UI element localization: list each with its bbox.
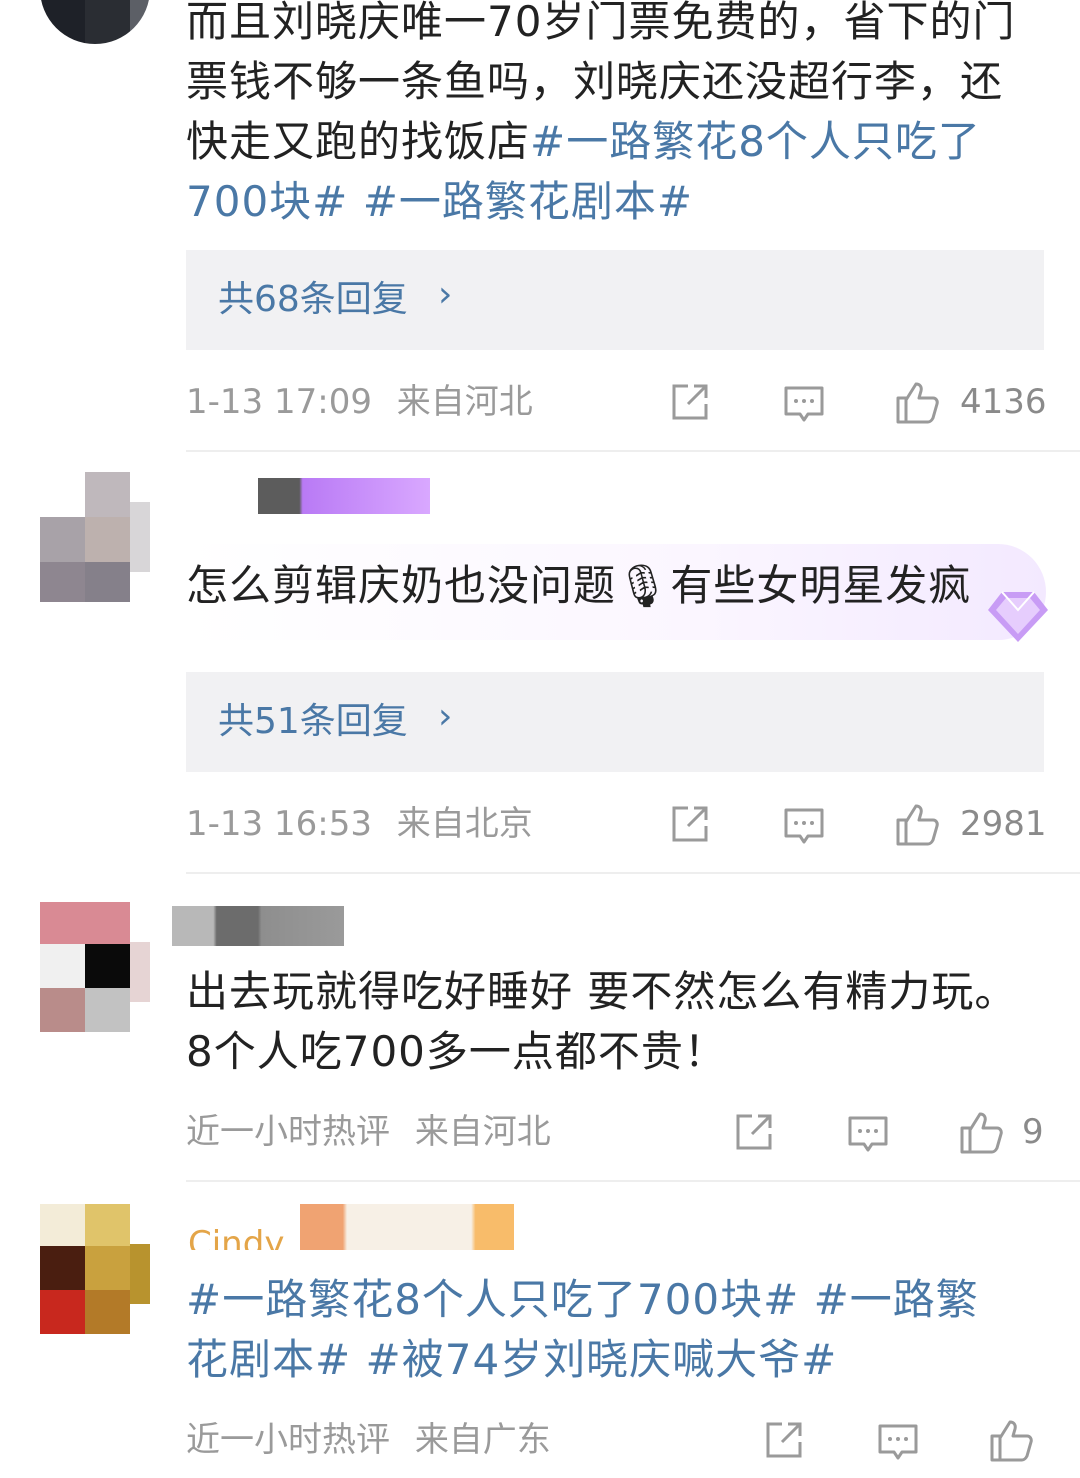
comment-text: 而且刘晓庆唯一70岁门票免费的，省下的门票钱不够一条鱼吗，刘晓庆还没超行李，还快… — [186, 0, 1020, 232]
location: 来自河北 — [414, 1112, 551, 1152]
comment-icon[interactable] — [782, 382, 826, 426]
thumbs-up-icon[interactable] — [988, 1416, 1036, 1464]
timestamp: 近一小时热评 — [186, 1112, 390, 1152]
share-icon[interactable] — [732, 1110, 776, 1154]
like-count: 2981 — [960, 804, 1047, 844]
diamond-badge-icon — [988, 591, 1048, 642]
divider — [186, 1180, 1080, 1182]
share-icon[interactable] — [668, 380, 712, 424]
comment-icon[interactable] — [846, 1112, 890, 1156]
chevron-right-icon: › — [438, 696, 453, 737]
comment-body: 怎么剪辑庆奶也没问题🎙有些女明星发疯 — [186, 561, 972, 610]
comment-meta: 1-13 16:53 来自北京 — [186, 802, 533, 846]
chevron-right-icon: › — [438, 274, 453, 315]
location: 来自河北 — [396, 382, 533, 422]
avatar[interactable] — [40, 1204, 150, 1334]
replies-label: 共68条回复 — [218, 279, 408, 320]
username-partial[interactable]: Cindy — [188, 1224, 284, 1250]
comment-body: 出去玩就得吃好睡好 要不然怎么有精力玩。8个人吃700多一点都不贵！ — [186, 967, 1018, 1076]
comment-icon[interactable] — [782, 804, 826, 848]
username-redacted — [172, 906, 344, 946]
comment-meta: 近一小时热评 来自河北 — [186, 1110, 551, 1154]
avatar[interactable] — [40, 902, 150, 1032]
comment-meta: 1-13 17:09 来自河北 — [186, 380, 533, 424]
location: 来自北京 — [396, 804, 533, 844]
replies-button[interactable]: 共51条回复 › — [186, 672, 1044, 772]
thumbs-up-icon[interactable] — [894, 378, 942, 426]
timestamp: 1-13 16:53 — [186, 804, 372, 844]
comment-text: #一路繁花8个人只吃了700块# #一路繁花剧本# #被74岁刘晓庆喊大爷# — [186, 1270, 1020, 1390]
hashtag-link[interactable]: #一路繁花8个人只吃了700块# #一路繁花剧本# #被74岁刘晓庆喊大爷# — [186, 1275, 979, 1384]
timestamp: 近一小时热评 — [186, 1420, 390, 1460]
thumbs-up-icon[interactable] — [894, 800, 942, 848]
comment-text: 出去玩就得吃好睡好 要不然怎么有精力玩。8个人吃700多一点都不贵！ — [186, 962, 1020, 1082]
avatar[interactable] — [40, 472, 150, 602]
comment-icon[interactable] — [876, 1420, 920, 1464]
thumbs-up-icon[interactable] — [958, 1108, 1006, 1156]
username-redacted — [258, 478, 430, 514]
avatar[interactable] — [40, 0, 150, 44]
like-count: 9 — [1022, 1112, 1044, 1152]
username-redacted — [300, 1204, 514, 1250]
replies-label: 共51条回复 — [218, 701, 408, 742]
like-count: 4136 — [960, 382, 1047, 422]
comment-meta: 近一小时热评 来自广东 — [186, 1418, 551, 1462]
divider — [186, 450, 1080, 452]
timestamp: 1-13 17:09 — [186, 382, 372, 422]
comment-text: 怎么剪辑庆奶也没问题🎙有些女明星发疯 — [186, 556, 1020, 616]
replies-button[interactable]: 共68条回复 › — [186, 250, 1044, 350]
location: 来自广东 — [414, 1420, 551, 1460]
share-icon[interactable] — [668, 802, 712, 846]
share-icon[interactable] — [762, 1418, 806, 1462]
divider — [186, 872, 1080, 874]
